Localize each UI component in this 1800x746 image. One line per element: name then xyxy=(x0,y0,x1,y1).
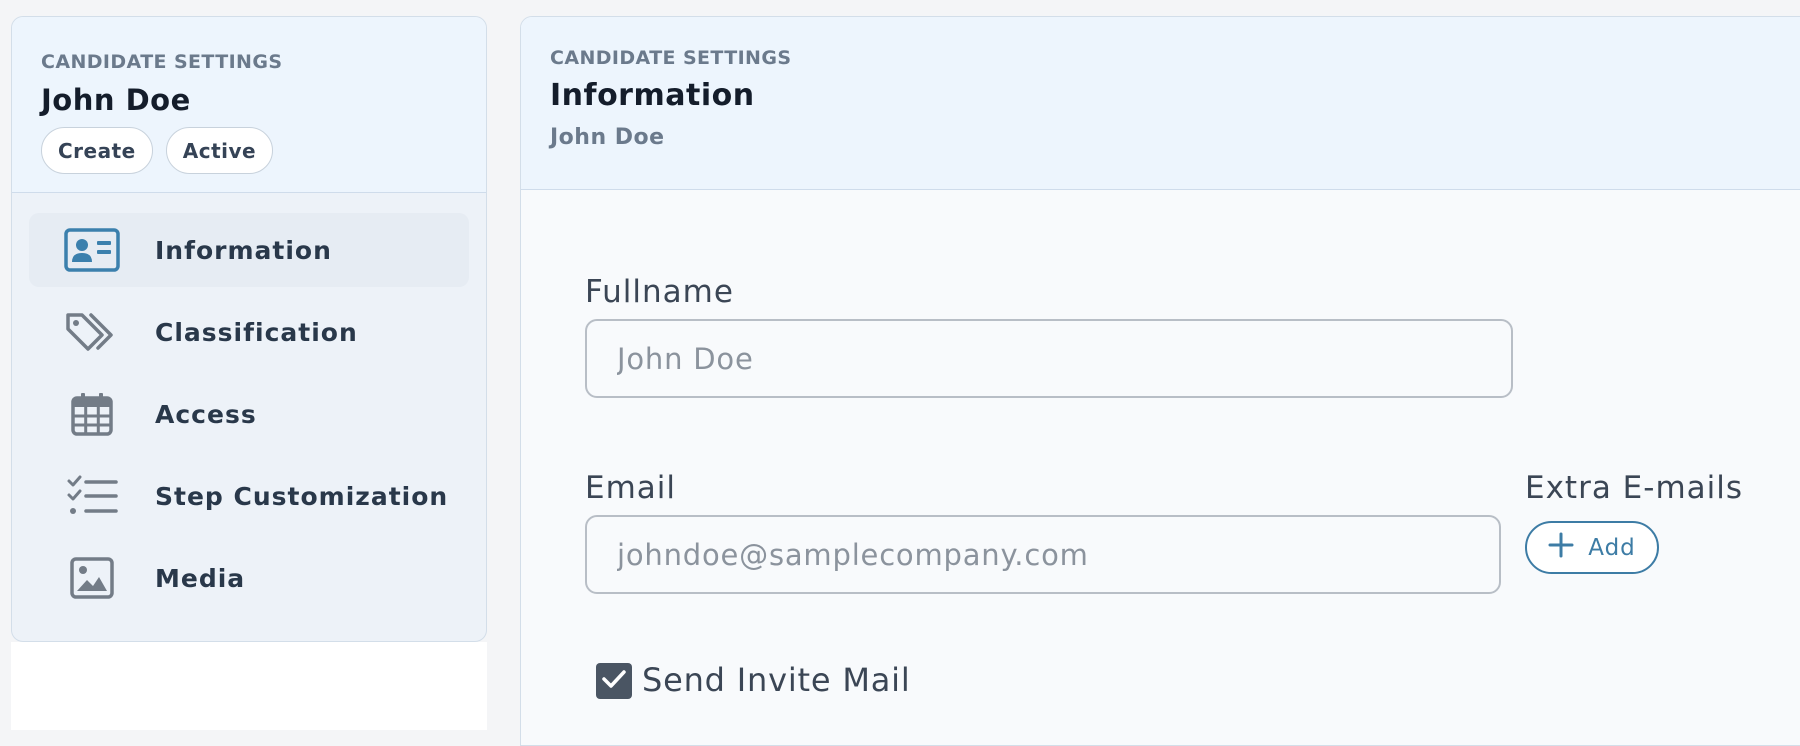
sidebar-item-step-customization[interactable]: Step Customization xyxy=(29,459,469,533)
add-extra-email-button[interactable]: Add xyxy=(1525,521,1659,574)
email-input[interactable] xyxy=(585,515,1501,594)
send-invite-label[interactable]: Send Invite Mail xyxy=(642,661,911,699)
fullname-input[interactable] xyxy=(585,319,1513,398)
sidebar-item-label: Information xyxy=(155,235,332,265)
sidebar-title: John Doe xyxy=(41,83,191,117)
sidebar-item-information[interactable]: Information xyxy=(29,213,469,287)
create-badge: Create xyxy=(41,127,153,174)
id-card-icon xyxy=(62,225,122,275)
status-badges: Create Active xyxy=(41,127,457,174)
sidebar-item-label: Access xyxy=(155,399,257,429)
sidebar-item-media[interactable]: Media xyxy=(29,541,469,615)
sidebar-item-label: Classification xyxy=(155,317,358,347)
sidebar-header: CANDIDATE SETTINGS John Doe Create Activ… xyxy=(12,17,486,193)
active-badge: Active xyxy=(165,127,274,174)
main-header: CANDIDATE SETTINGS Information John Doe xyxy=(521,17,1800,190)
sidebar-nav: Information Classification Access Step C… xyxy=(12,193,486,615)
calendar-icon xyxy=(62,389,122,439)
fullname-label: Fullname xyxy=(585,274,734,310)
main-eyebrow: CANDIDATE SETTINGS xyxy=(550,47,792,69)
image-icon xyxy=(62,553,122,603)
add-label: Add xyxy=(1588,534,1636,561)
email-label: Email xyxy=(585,470,677,506)
sidebar-eyebrow: CANDIDATE SETTINGS xyxy=(41,51,283,73)
send-invite-checkbox[interactable] xyxy=(596,663,632,699)
sidebar-item-access[interactable]: Access xyxy=(29,377,469,451)
sidebar: CANDIDATE SETTINGS John Doe Create Activ… xyxy=(11,16,487,642)
sidebar-item-label: Step Customization xyxy=(155,481,449,511)
page-subtitle: John Doe xyxy=(550,125,665,150)
sidebar-item-classification[interactable]: Classification xyxy=(29,295,469,369)
extra-emails-label: Extra E-mails xyxy=(1525,470,1744,506)
plus-icon xyxy=(1548,532,1574,564)
checkmark-icon xyxy=(601,668,627,694)
page-title: Information xyxy=(550,78,755,113)
tags-icon xyxy=(62,307,122,357)
sidebar-footer-space xyxy=(11,642,487,730)
sidebar-item-label: Media xyxy=(155,563,246,593)
checklist-icon xyxy=(62,471,122,521)
main-panel: CANDIDATE SETTINGS Information John Doe … xyxy=(520,16,1800,746)
